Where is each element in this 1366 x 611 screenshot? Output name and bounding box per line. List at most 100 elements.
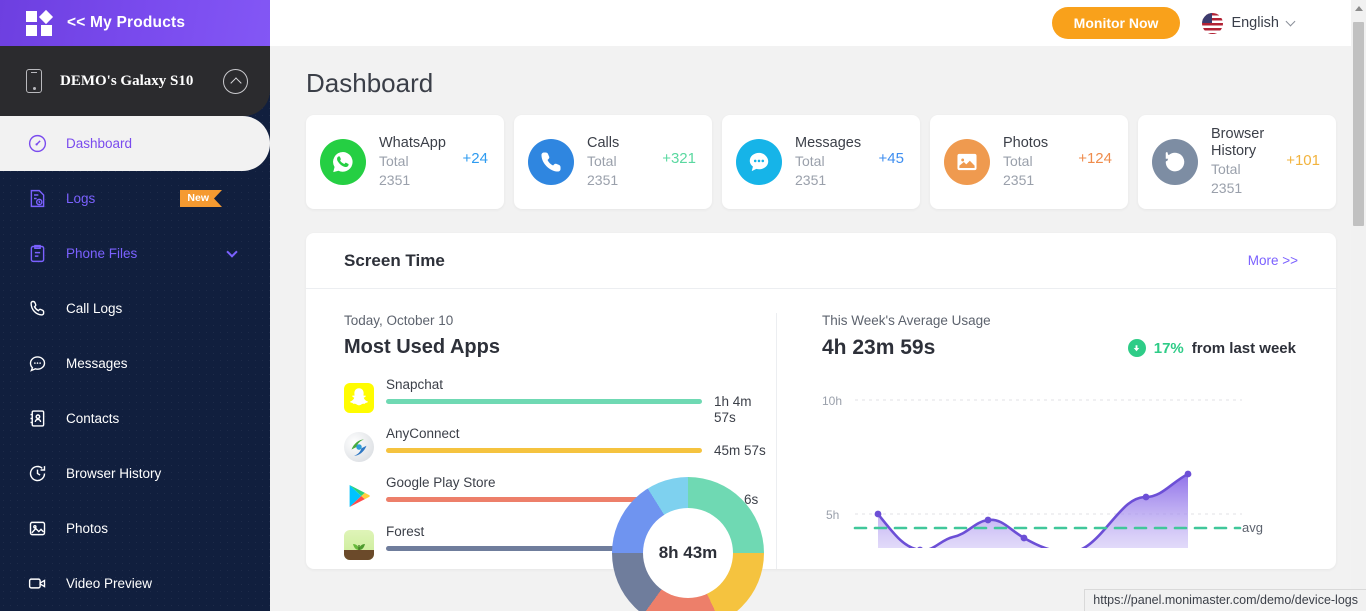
screen-time-donut-chart: 8h 43m bbox=[612, 477, 764, 611]
app-usage-bar bbox=[386, 399, 702, 404]
stat-cards: WhatsApp Total 2351 +24 Calls Total 2351… bbox=[270, 99, 1366, 209]
avg-line-label: avg bbox=[1242, 520, 1263, 535]
logs-icon bbox=[26, 188, 48, 210]
sidebar-item-photos[interactable]: Photos bbox=[0, 501, 270, 556]
arrow-down-icon bbox=[1128, 339, 1146, 357]
card-total-value: 2351 bbox=[1211, 179, 1322, 198]
history-clock-icon bbox=[1152, 139, 1198, 185]
weekly-change-indicator: 17% from last week bbox=[1128, 339, 1296, 357]
card-name: Calls bbox=[587, 135, 665, 152]
language-label: English bbox=[1231, 15, 1279, 31]
contact-book-icon bbox=[26, 408, 48, 430]
app-name: Snapchat bbox=[386, 377, 702, 392]
more-link[interactable]: More >> bbox=[1248, 253, 1298, 268]
app-usage-time: 45m 57s bbox=[714, 422, 776, 459]
sidebar-item-call-logs[interactable]: Call Logs bbox=[0, 281, 270, 336]
week-average-value: 4h 23m 59s bbox=[822, 336, 991, 360]
change-percent: 17% bbox=[1154, 340, 1184, 357]
weekly-usage-area-chart: 10h 5h avg bbox=[822, 378, 1277, 548]
whatsapp-icon bbox=[320, 139, 366, 185]
sidebar-item-label: Phone Files bbox=[66, 246, 210, 261]
sidebar-item-label: Video Preview bbox=[66, 576, 270, 591]
sidebar-item-label: Photos bbox=[66, 521, 270, 536]
card-total-value: 2351 bbox=[379, 171, 490, 190]
list-item[interactable]: AnyConnect 45m 57s bbox=[344, 422, 776, 471]
card-total-value: 2351 bbox=[1003, 171, 1114, 190]
card-delta: +321 bbox=[662, 150, 696, 167]
sidebar-item-label: Dashboard bbox=[66, 136, 270, 151]
phone-icon bbox=[26, 69, 42, 93]
card-delta: +45 bbox=[879, 150, 904, 167]
sidebar-nav: Dashboard Logs New Phone Files bbox=[0, 116, 270, 611]
app-name: AnyConnect bbox=[386, 426, 702, 441]
sidebar-item-label: Browser History bbox=[66, 466, 270, 481]
area-fill bbox=[878, 474, 1188, 548]
history-clock-icon bbox=[26, 463, 48, 485]
sidebar-item-logs[interactable]: Logs New bbox=[0, 171, 270, 226]
card-delta: +101 bbox=[1286, 152, 1320, 169]
monitor-now-button[interactable]: Monitor Now bbox=[1052, 7, 1181, 39]
list-item[interactable]: Snapchat 1h 4m 57s bbox=[344, 373, 776, 422]
weekly-usage-section: This Week's Average Usage 4h 23m 59s 17%… bbox=[777, 289, 1336, 569]
arrow-up-icon bbox=[1355, 6, 1363, 11]
chart-svg bbox=[822, 378, 1277, 548]
card-total-value: 2351 bbox=[795, 171, 906, 190]
chat-bubble-icon bbox=[26, 353, 48, 375]
scroll-up-button[interactable] bbox=[1351, 0, 1366, 17]
language-selector[interactable]: English bbox=[1202, 13, 1294, 34]
sidebar-item-video-preview[interactable]: Video Preview bbox=[0, 556, 270, 611]
page-title: Dashboard bbox=[270, 46, 1366, 99]
app-usage-bar bbox=[386, 448, 702, 453]
screen-time-panel: Screen Time More >> Today, October 10 Mo… bbox=[306, 233, 1336, 569]
change-text: from last week bbox=[1192, 340, 1296, 357]
sidebar-item-label: Call Logs bbox=[66, 301, 270, 316]
phone-icon bbox=[528, 139, 574, 185]
data-point bbox=[875, 511, 882, 518]
my-products-label: << My Products bbox=[67, 14, 185, 32]
data-point bbox=[985, 517, 992, 524]
panel-title: Screen Time bbox=[344, 251, 445, 271]
most-used-apps-section: Today, October 10 Most Used Apps Snapcha… bbox=[306, 289, 776, 569]
card-total-value: 2351 bbox=[587, 171, 698, 190]
message-icon bbox=[736, 139, 782, 185]
data-point bbox=[1185, 471, 1192, 478]
card-delta: +124 bbox=[1078, 150, 1112, 167]
clipboard-icon bbox=[26, 243, 48, 265]
sidebar: << My Products DEMO's Galaxy S10 Dashboa… bbox=[0, 0, 270, 611]
video-camera-icon bbox=[26, 573, 48, 595]
stat-card-calls[interactable]: Calls Total 2351 +321 bbox=[514, 115, 712, 209]
forest-icon bbox=[344, 530, 374, 560]
card-name: WhatsApp bbox=[379, 135, 457, 152]
chevron-up-icon[interactable] bbox=[223, 69, 248, 94]
data-point bbox=[1021, 535, 1028, 542]
scrollbar-thumb[interactable] bbox=[1353, 22, 1364, 226]
stat-card-photos[interactable]: Photos Total 2351 +124 bbox=[930, 115, 1128, 209]
sidebar-item-contacts[interactable]: Contacts bbox=[0, 391, 270, 446]
badge-new: New bbox=[180, 190, 222, 207]
snapchat-icon bbox=[344, 383, 374, 413]
stat-card-browser-history[interactable]: Browser History Total 2351 +101 bbox=[1138, 115, 1336, 209]
week-average-label: This Week's Average Usage bbox=[822, 313, 991, 328]
sidebar-item-dashboard[interactable]: Dashboard bbox=[0, 116, 270, 171]
vertical-scrollbar[interactable] bbox=[1351, 0, 1366, 611]
photo-icon bbox=[944, 139, 990, 185]
phone-call-icon bbox=[26, 298, 48, 320]
sidebar-item-messages[interactable]: Messages bbox=[0, 336, 270, 391]
photo-icon bbox=[26, 518, 48, 540]
card-name: Photos bbox=[1003, 135, 1081, 152]
sidebar-item-browser-history[interactable]: Browser History bbox=[0, 446, 270, 501]
card-name: Messages bbox=[795, 135, 873, 152]
brand-header[interactable]: << My Products bbox=[0, 0, 270, 46]
device-selector[interactable]: DEMO's Galaxy S10 bbox=[0, 46, 270, 116]
stat-card-messages[interactable]: Messages Total 2351 +45 bbox=[722, 115, 920, 209]
device-name: DEMO's Galaxy S10 bbox=[60, 73, 223, 90]
anyconnect-icon bbox=[344, 432, 374, 462]
y-axis-tick-10h: 10h bbox=[822, 394, 842, 408]
app-usage-time: 1h 4m 57s bbox=[714, 373, 776, 426]
sidebar-item-phone-files[interactable]: Phone Files bbox=[0, 226, 270, 281]
chevron-down-icon[interactable] bbox=[226, 246, 237, 257]
stat-card-whatsapp[interactable]: WhatsApp Total 2351 +24 bbox=[306, 115, 504, 209]
data-point bbox=[917, 547, 924, 548]
main-content: Dashboard WhatsApp Total 2351 +24 bbox=[270, 46, 1366, 611]
sidebar-item-label: Messages bbox=[66, 356, 270, 371]
